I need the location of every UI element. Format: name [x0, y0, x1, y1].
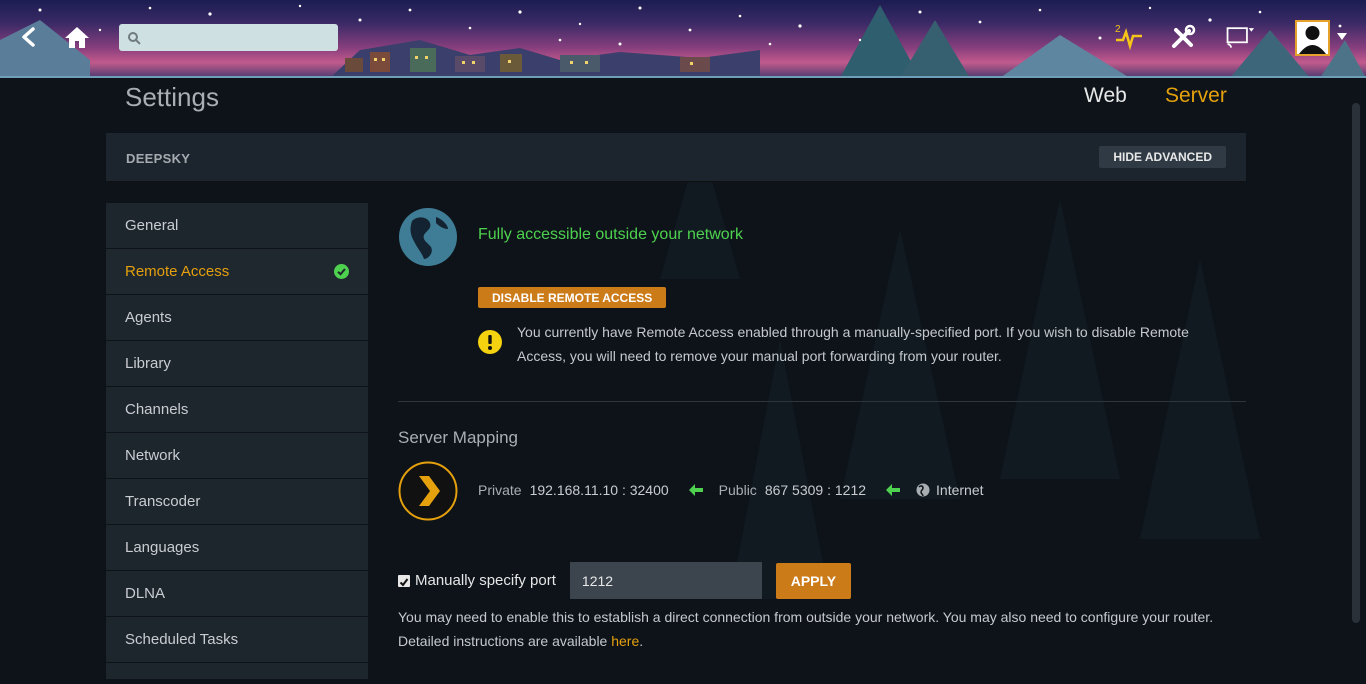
search-input[interactable] — [140, 24, 338, 51]
chevron-down-icon[interactable] — [1337, 33, 1347, 41]
sidebar-item-label: Network — [125, 447, 181, 464]
sidebar-item-label: Remote Access — [125, 263, 230, 280]
plex-logo-icon — [398, 461, 458, 521]
sidebar-item-library[interactable]: Library — [106, 341, 368, 386]
check-circle-icon — [334, 264, 349, 279]
server-mapping-row: Private 192.168.11.10 : 32400 Public 867… — [478, 482, 984, 498]
page-title: Settings — [125, 82, 219, 112]
private-address: 192.168.11.10 : 32400 — [529, 482, 669, 498]
disable-remote-access-button[interactable]: DISABLE REMOTE ACCESS — [478, 287, 667, 308]
sidebar-item-channels[interactable]: Channels — [106, 387, 368, 432]
home-icon[interactable] — [62, 22, 92, 52]
page-scrollbar[interactable] — [1352, 103, 1360, 623]
top-navigation-bar: 2 — [0, 0, 1366, 78]
sidebar-item-dlna[interactable]: DLNA — [106, 571, 368, 616]
sidebar-item-partial[interactable] — [106, 663, 368, 679]
cast-icon[interactable] — [1224, 22, 1254, 52]
warning-message: You currently have Remote Access enabled… — [517, 324, 1189, 364]
manual-port-label[interactable]: Manually specify port — [415, 572, 556, 589]
hide-advanced-button[interactable]: HIDE ADVANCED — [1099, 146, 1226, 168]
sidebar-item-label: Library — [125, 355, 171, 372]
globe-icon — [399, 208, 457, 266]
manual-port-checkbox[interactable] — [398, 574, 410, 587]
sidebar-item-remote-access[interactable]: Remote Access — [106, 249, 368, 294]
checkmark-icon — [399, 577, 409, 587]
port-input[interactable] — [569, 562, 762, 599]
instructions-link[interactable]: here — [611, 633, 639, 649]
sidebar-item-network[interactable]: Network — [106, 433, 368, 478]
sidebar-item-general[interactable]: General — [106, 203, 368, 248]
sidebar-item-languages[interactable]: Languages — [106, 525, 368, 570]
activity-icon[interactable]: 2 — [1114, 22, 1144, 52]
remote-access-status: Fully accessible outside your network — [478, 226, 744, 243]
server-name: DEEPSKY — [126, 151, 191, 166]
port-help-text: You may need to enable this to establish… — [398, 605, 1248, 653]
sidebar-item-agents[interactable]: Agents — [106, 295, 368, 340]
sidebar-item-label: Transcoder — [125, 493, 201, 510]
search-icon — [127, 31, 141, 45]
public-label: Public — [718, 482, 757, 498]
arrow-left-icon — [688, 484, 703, 496]
back-icon[interactable] — [14, 22, 44, 52]
server-header-bar: DEEPSKY HIDE ADVANCED — [106, 133, 1246, 182]
header-divider — [0, 76, 1366, 78]
search-box[interactable] — [119, 24, 338, 51]
sidebar-item-label: Languages — [125, 539, 200, 556]
sidebar-item-label: General — [125, 217, 179, 234]
warning-icon — [478, 330, 502, 354]
public-address: 867 5309 : 1212 — [764, 482, 867, 498]
section-divider — [398, 401, 1246, 402]
sidebar-item-label: Agents — [125, 309, 172, 326]
private-label: Private — [478, 482, 522, 498]
internet-label: Internet — [936, 482, 984, 498]
avatar[interactable] — [1295, 20, 1330, 56]
notification-count: 2 — [1115, 24, 1121, 35]
settings-tools-icon[interactable] — [1168, 22, 1198, 52]
globe-small-icon — [916, 483, 930, 497]
settings-sidebar: General Remote Access Agents Library Cha… — [106, 203, 368, 680]
arrow-left-icon — [886, 484, 901, 496]
manual-port-row: Manually specify port APPLY — [398, 562, 851, 599]
sidebar-item-scheduled-tasks[interactable]: Scheduled Tasks — [106, 617, 368, 662]
apply-button[interactable]: APPLY — [775, 562, 851, 599]
sidebar-item-label: Scheduled Tasks — [125, 631, 239, 648]
server-mapping-title: Server Mapping — [398, 428, 519, 447]
sidebar-item-label: DLNA — [125, 585, 166, 602]
help-text-body: You may need to enable this to establish… — [398, 609, 1214, 649]
help-text-end: . — [639, 633, 644, 649]
tab-server[interactable]: Server — [1165, 84, 1227, 108]
tab-web[interactable]: Web — [1084, 84, 1127, 108]
sidebar-item-label: Channels — [125, 401, 189, 418]
sidebar-item-transcoder[interactable]: Transcoder — [106, 479, 368, 524]
